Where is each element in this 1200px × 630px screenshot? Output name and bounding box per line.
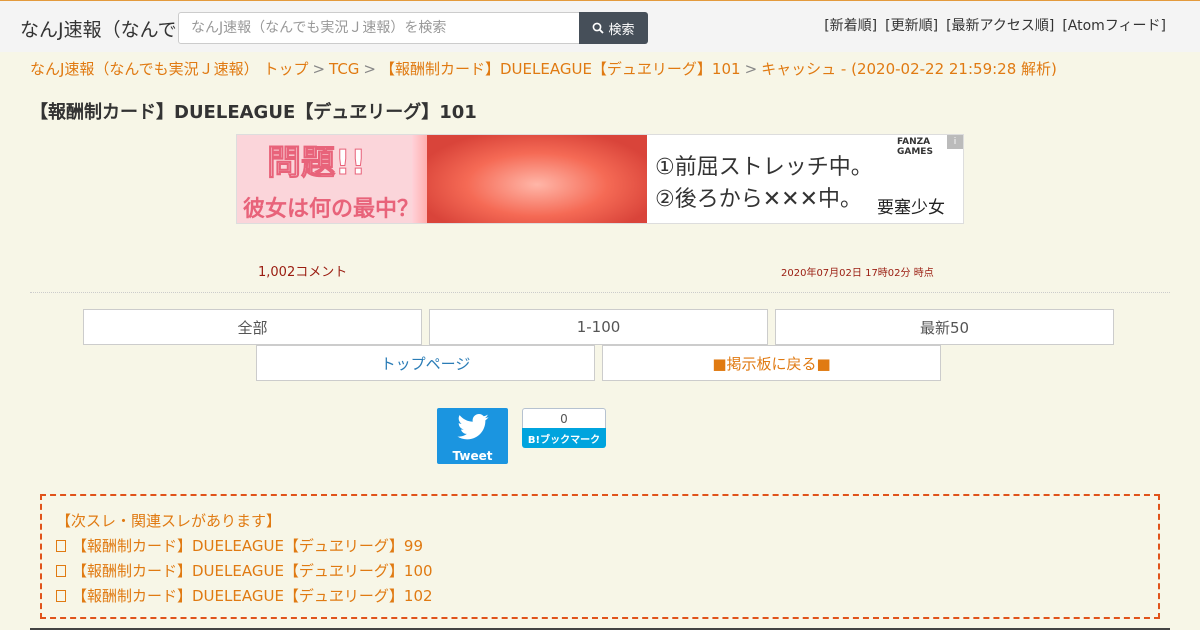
breadcrumb-separator: > bbox=[312, 60, 326, 78]
related-item[interactable]: 【報酬制カード】DUELEAGUE【デュヱリーグ】100 bbox=[56, 560, 433, 581]
ad-question: 問題!! bbox=[266, 143, 367, 184]
breadcrumb-cache[interactable]: キャッシュ - (2020-02-22 21:59:28 解析) bbox=[761, 60, 1057, 78]
breadcrumb-category[interactable]: TCG bbox=[329, 60, 359, 78]
search-icon bbox=[593, 22, 605, 34]
header-links: [新着順] [更新順] [最新アクセス順] [Atomフィード] bbox=[824, 15, 1166, 35]
related-item-label[interactable]: 【報酬制カード】DUELEAGUE【デュヱリーグ】99 bbox=[72, 537, 423, 555]
related-item[interactable]: 【報酬制カード】DUELEAGUE【デュヱリーグ】102 bbox=[56, 585, 433, 606]
related-item-label[interactable]: 【報酬制カード】DUELEAGUE【デュヱリーグ】102 bbox=[72, 587, 433, 605]
view-1-100-button[interactable]: 1-100 bbox=[429, 309, 768, 345]
breadcrumb: なんJ速報（なんでも実況Ｊ速報） トップ > TCG > 【報酬制カード】DUELEAG… bbox=[30, 58, 1057, 79]
link-recent-access[interactable]: [最新アクセス順] bbox=[946, 15, 1054, 35]
bullet-icon bbox=[56, 540, 66, 552]
bullet-icon bbox=[56, 565, 66, 577]
search-button-label: 検索 bbox=[608, 22, 635, 38]
comment-count: 1,002コメント bbox=[258, 265, 348, 280]
timestamp: 2020年07月02日 17時02分 時点 bbox=[781, 268, 934, 279]
ad-artwork bbox=[427, 135, 647, 223]
breadcrumb-separator: > bbox=[363, 60, 376, 78]
related-threads-box: 【次スレ・関連スレがあります】 【報酬制カード】DUELEAGUE【デュヱリーグ… bbox=[40, 494, 1160, 619]
search-input[interactable] bbox=[178, 12, 580, 44]
tweet-button[interactable]: Tweet bbox=[437, 408, 508, 464]
bullet-icon bbox=[56, 590, 66, 602]
search-button[interactable]: 検索 bbox=[579, 12, 648, 44]
ad-option-1: ①前屈ストレッチ中。 bbox=[655, 155, 873, 180]
twitter-bird-icon bbox=[457, 414, 489, 440]
ad-banner[interactable]: 問題!! 彼女は何の最中？ ①前屈ストレッチ中。 ②後ろから✕✕✕中。 FANZ… bbox=[236, 134, 964, 224]
view-latest-50-button[interactable]: 最新50 bbox=[775, 309, 1114, 345]
site-title[interactable]: なんJ速報（なんでも実況Ｊ速報） bbox=[20, 15, 180, 42]
tweet-label: Tweet bbox=[452, 449, 493, 463]
ad-option-2: ②後ろから✕✕✕中。 bbox=[655, 187, 863, 212]
link-atom-feed[interactable]: [Atomフィード] bbox=[1062, 15, 1166, 35]
header: なんJ速報（なんでも実況Ｊ速報） 検索 [新着順] [更新順] [最新アクセス順… bbox=[0, 0, 1200, 52]
ad-info-icon[interactable]: i bbox=[947, 135, 963, 149]
ad-subtitle: 彼女は何の最中？ bbox=[243, 197, 420, 222]
hatena-bookmark-button[interactable]: B!ブックマーク bbox=[522, 428, 606, 448]
link-newest[interactable]: [新着順] bbox=[824, 15, 877, 35]
divider bbox=[30, 292, 1170, 293]
breadcrumb-thread[interactable]: 【報酬制カード】DUELEAGUE【デュヱリーグ】101 bbox=[380, 60, 741, 78]
view-all-button[interactable]: 全部 bbox=[83, 309, 422, 345]
related-item[interactable]: 【報酬制カード】DUELEAGUE【デュヱリーグ】99 bbox=[56, 535, 423, 556]
page-title: 【報酬制カード】DUELEAGUE【デュヱリーグ】101 bbox=[30, 102, 477, 123]
related-heading: 【次スレ・関連スレがあります】 bbox=[56, 512, 282, 530]
hatena-count: 0 bbox=[522, 408, 606, 428]
link-updated[interactable]: [更新順] bbox=[885, 15, 938, 35]
breadcrumb-home[interactable]: なんJ速報（なんでも実況Ｊ速報） トップ bbox=[30, 60, 308, 78]
top-page-button[interactable]: トップページ bbox=[256, 345, 595, 381]
related-item-label[interactable]: 【報酬制カード】DUELEAGUE【デュヱリーグ】100 bbox=[72, 562, 433, 580]
ad-logo: 要塞少女 bbox=[877, 198, 945, 218]
hatena-bookmark[interactable]: 0 B!ブックマーク bbox=[522, 408, 606, 448]
back-to-board-button[interactable]: ■掲示板に戻る■ bbox=[602, 345, 941, 381]
breadcrumb-separator: > bbox=[744, 60, 758, 78]
